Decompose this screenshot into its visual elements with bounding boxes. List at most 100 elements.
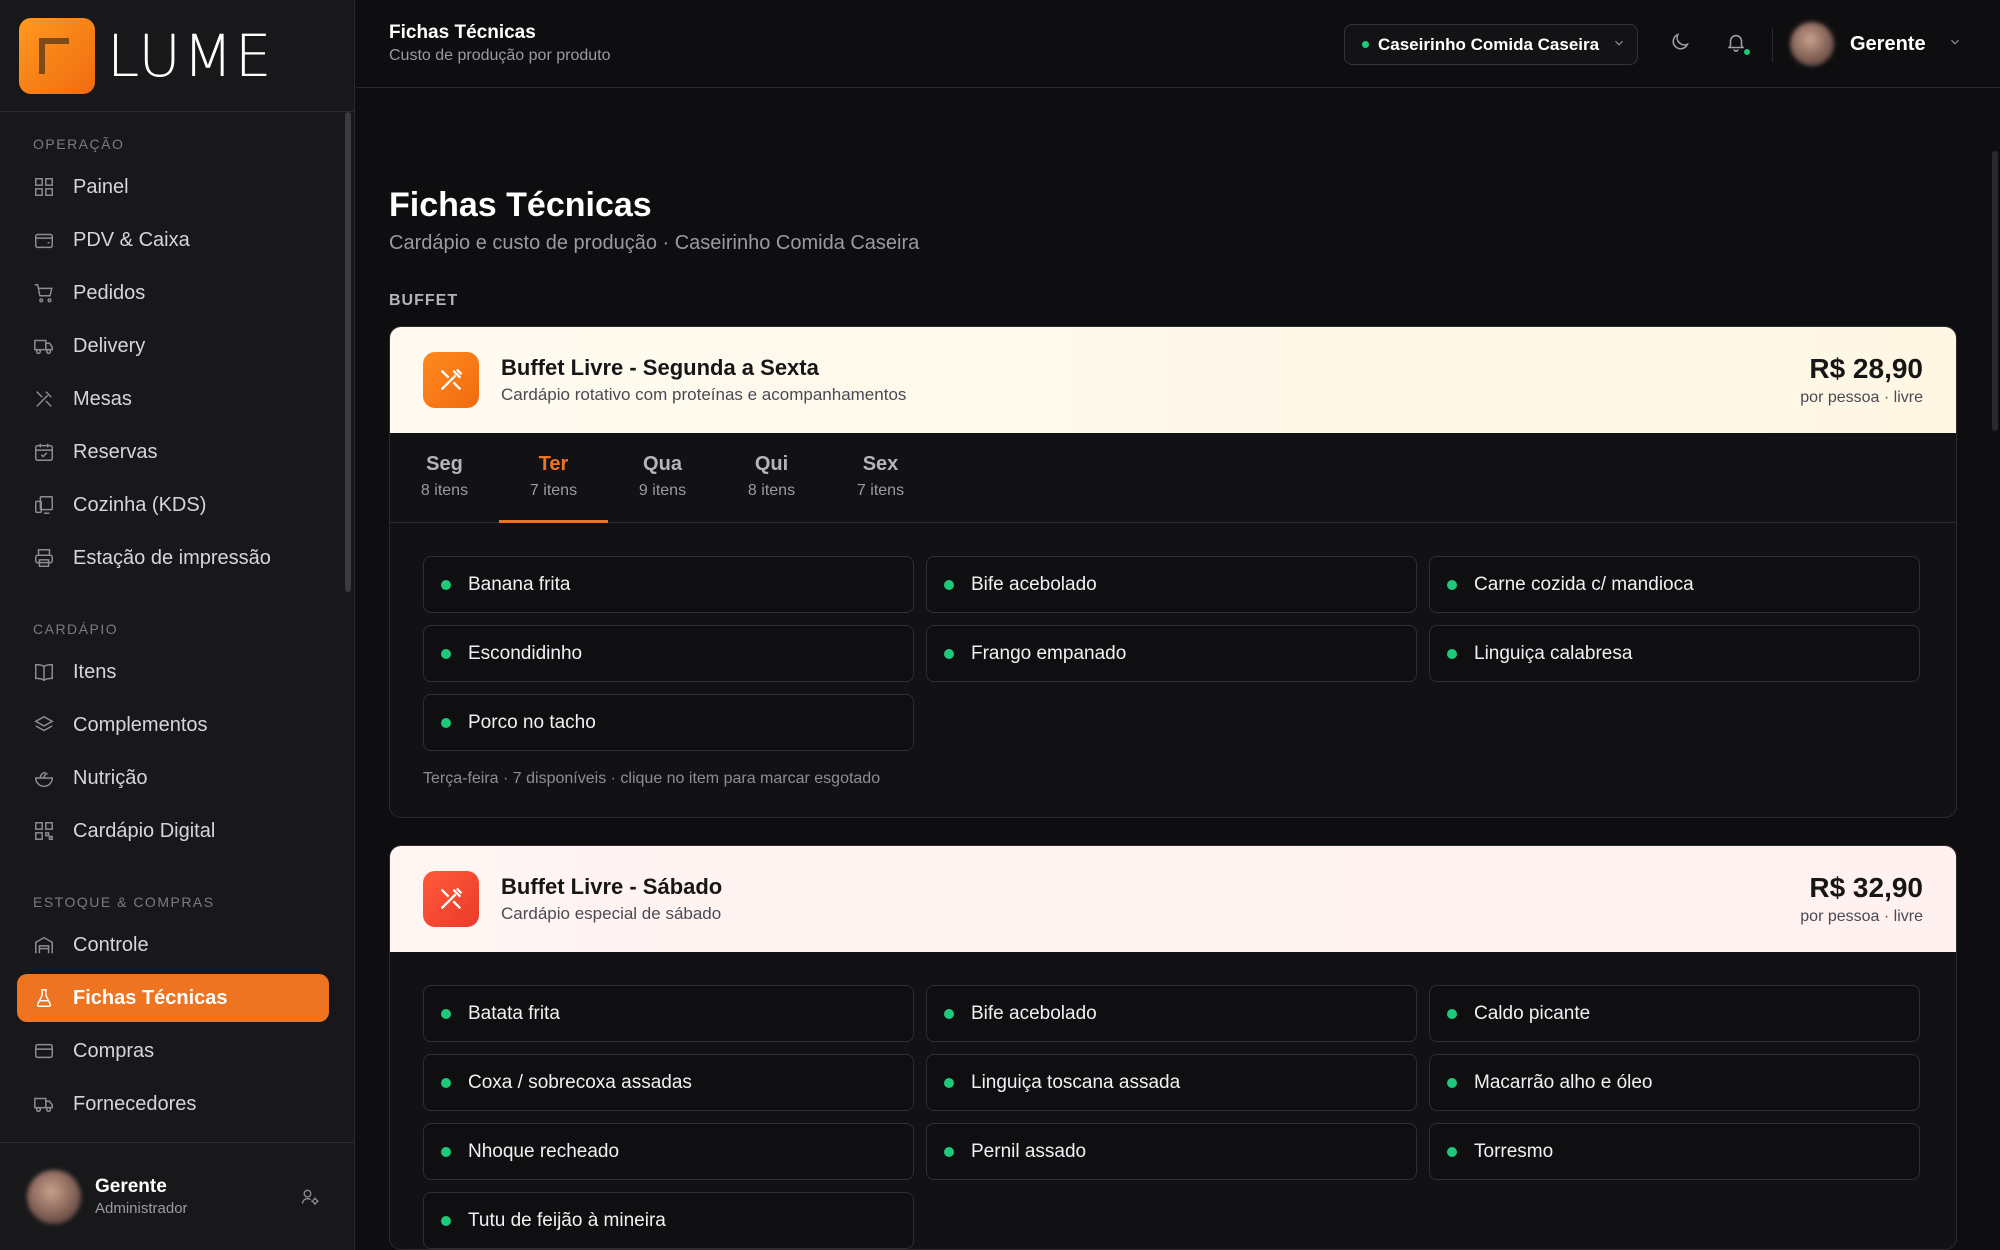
user-menu[interactable]: Gerente xyxy=(1790,22,1962,66)
menu-item[interactable]: Caldo picante xyxy=(1429,985,1920,1042)
sidebar-user-name: Gerente xyxy=(95,1176,167,1197)
sidebar-item-controle[interactable]: Controle xyxy=(17,921,329,969)
card-price: R$ 28,90 xyxy=(1809,353,1923,384)
sidebar-nav: OPERAÇÃO Painel PDV & Caixa Pedidos Deli… xyxy=(0,112,354,1142)
user-menu-name: Gerente xyxy=(1850,32,1926,55)
card-footer-hint: Terça-feira · 7 disponíveis · clique no … xyxy=(423,770,881,787)
menu-item-label: Tutu de feijão à mineira xyxy=(468,1209,666,1231)
sidebar-item-nutricao[interactable]: Nutrição xyxy=(17,754,329,802)
menu-item-label: Bife acebolado xyxy=(971,1002,1097,1024)
menu-item-label: Porco no tacho xyxy=(468,711,596,733)
card-description: Cardápio rotativo com proteínas e acompa… xyxy=(501,385,907,404)
layers-icon xyxy=(33,714,55,736)
menu-item-label: Linguiça toscana assada xyxy=(971,1071,1181,1093)
menu-item[interactable]: Bife acebolado xyxy=(926,556,1417,613)
avatar xyxy=(1790,22,1834,66)
sidebar-item-complementos[interactable]: Complementos xyxy=(17,701,329,749)
sidebar-item-itens[interactable]: Itens xyxy=(17,648,329,696)
available-dot xyxy=(441,1146,451,1157)
menu-item[interactable]: Bife acebolado xyxy=(926,985,1417,1042)
sidebar-item-pdv-caixa[interactable]: PDV & Caixa xyxy=(17,216,329,264)
avatar xyxy=(27,1169,81,1224)
tab-count: 8 itens xyxy=(420,482,469,499)
chevron-down-icon xyxy=(1612,35,1626,55)
available-dot xyxy=(944,1146,954,1157)
buffet-card-saturday: Buffet Livre - Sábado Cardápio especial … xyxy=(389,845,1957,1250)
menu-item[interactable]: Pernil assado xyxy=(926,1123,1417,1180)
tab-count: 9 itens xyxy=(638,482,687,499)
card-icon xyxy=(33,1040,55,1062)
card-header[interactable]: Buffet Livre - Segunda a Sexta Cardápio … xyxy=(390,327,1956,433)
available-dot xyxy=(944,648,954,659)
available-dot xyxy=(944,1008,954,1019)
notification-dot xyxy=(1743,48,1751,56)
menu-item-label: Caldo picante xyxy=(1474,1002,1591,1024)
menu-item-label: Pernil assado xyxy=(971,1140,1087,1162)
tab-sex[interactable]: Sex 7 itens xyxy=(826,433,935,523)
menu-item[interactable]: Linguiça toscana assada xyxy=(926,1054,1417,1111)
available-dot xyxy=(944,1077,954,1088)
menu-item[interactable]: Porco no tacho xyxy=(423,694,914,751)
available-dot xyxy=(1447,579,1457,590)
menu-item[interactable]: Batata frita xyxy=(423,985,914,1042)
topbar-title: Fichas Técnicas xyxy=(389,22,536,43)
menu-item[interactable]: Banana frita xyxy=(423,556,914,613)
menu-item-label: Bife acebolado xyxy=(971,573,1097,595)
available-dot xyxy=(441,717,451,728)
tab-ter[interactable]: Ter 7 itens xyxy=(499,433,608,523)
menu-item[interactable]: Torresmo xyxy=(1429,1123,1920,1180)
sidebar-item-label: Estação de impressão xyxy=(73,546,271,569)
sidebar-item-estacao-de-impressao[interactable]: Estação de impressão xyxy=(17,534,329,582)
logo-mark xyxy=(19,17,95,94)
logo[interactable]: LUME xyxy=(0,0,354,112)
items-grid: Banana frita Bife acebolado Carne cozida… xyxy=(390,523,1956,751)
switch-user-icon[interactable] xyxy=(300,1187,322,1209)
available-dot xyxy=(441,579,451,590)
sidebar-item-cozinha-kds[interactable]: Cozinha (KDS) xyxy=(17,481,329,529)
tab-qua[interactable]: Qua 9 itens xyxy=(608,433,717,523)
sidebar-item-painel[interactable]: Painel xyxy=(17,163,329,211)
menu-item-label: Macarrão alho e óleo xyxy=(1474,1071,1653,1093)
menu-item[interactable]: Macarrão alho e óleo xyxy=(1429,1054,1920,1111)
tab-day: Seg xyxy=(426,453,463,475)
sidebar-item-compras[interactable]: Compras xyxy=(17,1027,329,1075)
theme-toggle-moon-icon[interactable] xyxy=(1669,31,1693,55)
tab-day: Qua xyxy=(643,453,682,475)
sidebar-item-fichas-tecnicas[interactable]: Fichas Técnicas xyxy=(17,974,329,1022)
sidebar-item-cardapio-digital[interactable]: Cardápio Digital xyxy=(17,807,329,855)
menu-item[interactable]: Nhoque recheado xyxy=(423,1123,914,1180)
sidebar-item-delivery[interactable]: Delivery xyxy=(17,322,329,370)
tab-qui[interactable]: Qui 8 itens xyxy=(717,433,826,523)
buffet-card-weekday: Buffet Livre - Segunda a Sexta Cardápio … xyxy=(389,326,1957,818)
menu-item[interactable]: Carne cozida c/ mandioca xyxy=(1429,556,1920,613)
menu-item[interactable]: Tutu de feijão à mineira xyxy=(423,1192,914,1249)
available-dot xyxy=(1447,648,1457,659)
card-title: Buffet Livre - Sábado xyxy=(501,874,723,899)
sidebar-item-fornecedores[interactable]: Fornecedores xyxy=(17,1080,329,1128)
sidebar-item-label: Itens xyxy=(73,660,117,683)
sidebar-user[interactable]: Gerente Administrador xyxy=(0,1142,354,1250)
available-dot xyxy=(441,648,451,659)
notifications-bell-icon[interactable] xyxy=(1725,31,1751,56)
sidebar: LUME OPERAÇÃO Painel PDV & Caixa Pedidos… xyxy=(0,0,355,1250)
utensils-icon xyxy=(33,388,55,410)
menu-item[interactable]: Escondidinho xyxy=(423,625,914,682)
nav-section-label: CARDÁPIO xyxy=(33,621,119,637)
menu-item[interactable]: Coxa / sobrecoxa assadas xyxy=(423,1054,914,1111)
flask-icon xyxy=(33,987,55,1009)
sidebar-item-mesas[interactable]: Mesas xyxy=(17,375,329,423)
salad-icon xyxy=(33,767,55,789)
card-header[interactable]: Buffet Livre - Sábado Cardápio especial … xyxy=(390,846,1956,952)
store-selector[interactable]: Caseirinho Comida Caseira xyxy=(1344,24,1638,65)
utensils-icon xyxy=(423,352,479,408)
day-tabs: Seg 8 itens Ter 7 itens Qua 9 itens Qui 8 i… xyxy=(390,433,1956,523)
monitor-icon xyxy=(33,494,55,516)
menu-item[interactable]: Frango empanado xyxy=(926,625,1417,682)
tab-seg[interactable]: Seg 8 itens xyxy=(390,433,499,523)
menu-item[interactable]: Linguiça calabresa xyxy=(1429,625,1920,682)
sidebar-item-pedidos[interactable]: Pedidos xyxy=(17,269,329,317)
sidebar-item-reservas[interactable]: Reservas xyxy=(17,428,329,476)
main-scrollbar[interactable] xyxy=(1992,151,1998,431)
qr-icon xyxy=(33,820,55,842)
logo-text: LUME xyxy=(107,21,274,90)
